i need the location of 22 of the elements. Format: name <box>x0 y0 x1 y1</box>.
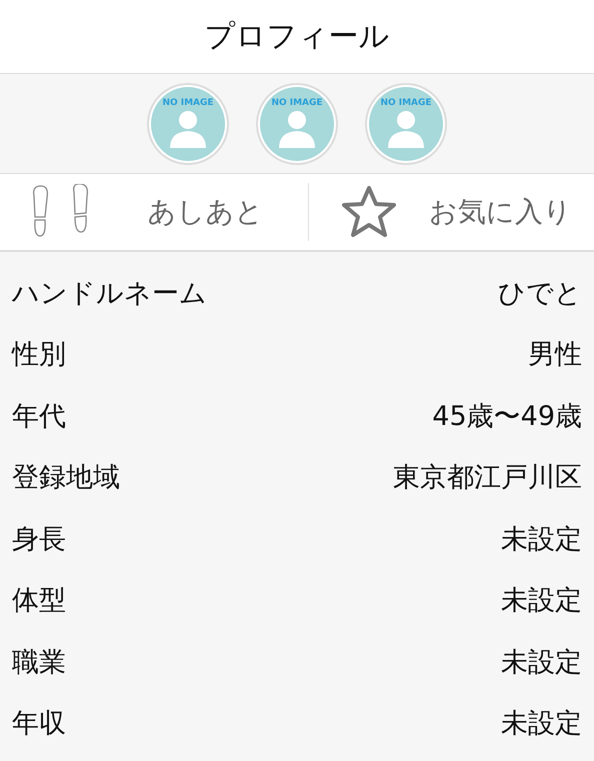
field-label: 年収 <box>12 707 66 742</box>
page-title: プロフィール <box>204 18 390 56</box>
field-value: ひでと <box>498 276 582 311</box>
field-value: 45歳〜49歳 <box>432 400 582 434</box>
avatar-placeholder[interactable]: NO IMAGE <box>146 82 230 166</box>
field-label: 性別 <box>12 338 66 372</box>
action-button[interactable]: あしあと <box>0 174 308 250</box>
field-label: 登録地域 <box>12 461 120 496</box>
field-label: 職業 <box>12 646 66 680</box>
field-value: 未設定 <box>501 707 582 742</box>
field-label: 体型 <box>12 584 66 618</box>
field-value: 男性 <box>528 338 582 372</box>
field-value: 東京都江戸川区 <box>393 461 582 496</box>
field-label: ハンドルネーム <box>12 276 207 311</box>
field-value: 未設定 <box>501 646 582 680</box>
field-value: 未設定 <box>501 584 582 618</box>
field-value: 未設定 <box>501 522 582 557</box>
avatar-placeholder[interactable]: NO IMAGE <box>364 82 448 166</box>
avatar-placeholder[interactable]: NO IMAGE <box>255 82 339 166</box>
field-label: 身長 <box>12 522 66 557</box>
field-label: 年代 <box>12 400 66 434</box>
action-button[interactable]: お気に入り <box>308 174 594 250</box>
